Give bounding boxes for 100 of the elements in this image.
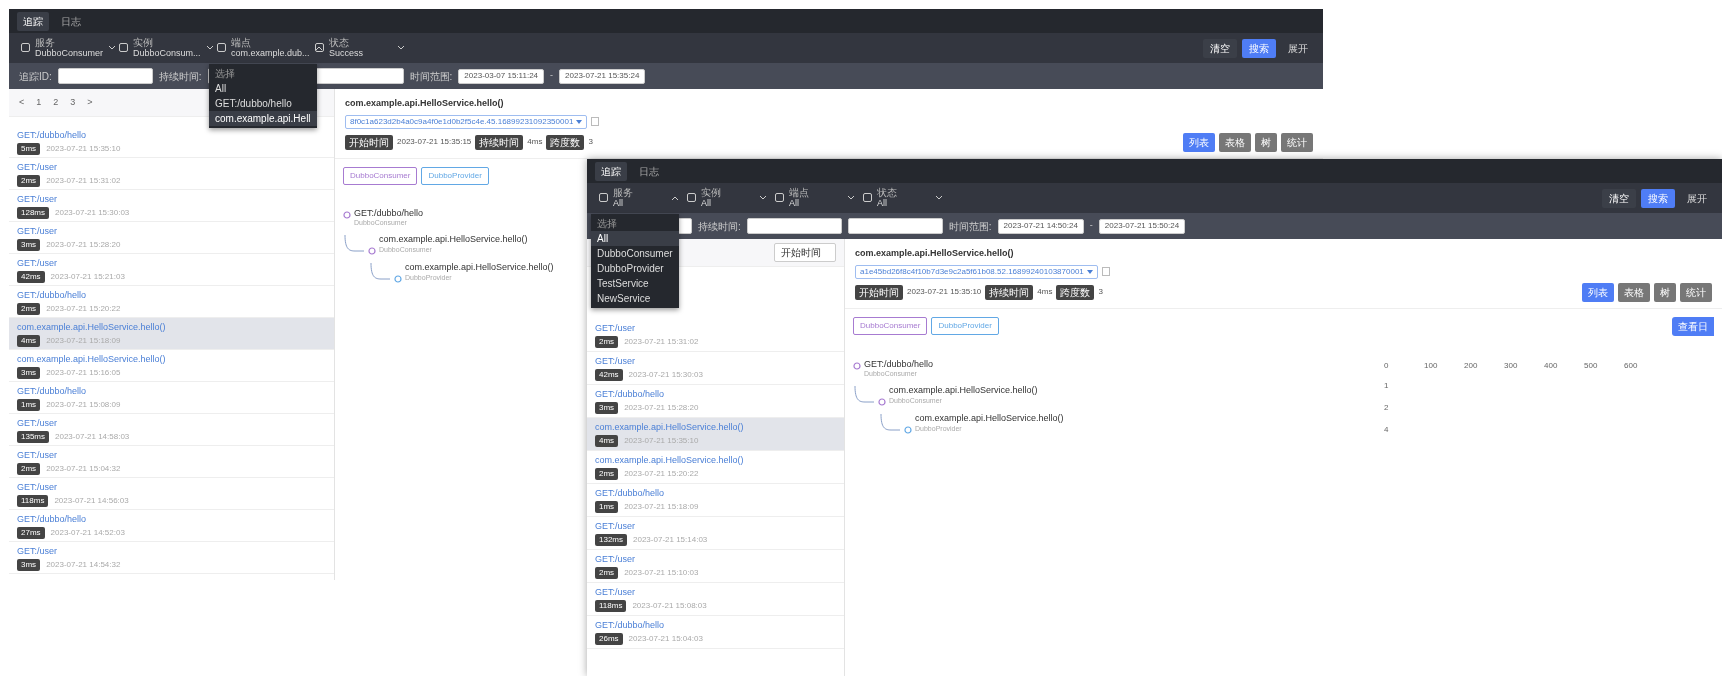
expand-link[interactable]: 展开 bbox=[1281, 38, 1315, 58]
page-button[interactable]: < bbox=[17, 95, 27, 110]
view-button[interactable]: 统计 bbox=[1680, 282, 1712, 302]
dropdown-option[interactable]: NewService bbox=[591, 291, 679, 307]
span-name: GET:/dubbo/hello bbox=[864, 359, 934, 370]
trace-list-item[interactable]: GET:/user 42ms 2023-07-21 15:21:03 bbox=[9, 254, 334, 286]
trace-id-select[interactable]: 8f0c1a623d2b4a0c9a4f0e1d0b2f5c4e.45.16899231092350001 bbox=[345, 114, 588, 129]
dropdown-option[interactable]: DubboConsumer bbox=[591, 246, 679, 262]
meta-value: 2023-07-21 15:35:15 bbox=[397, 136, 472, 148]
duration-badge: 128ms bbox=[17, 206, 49, 219]
meta-value: 3 bbox=[588, 136, 593, 148]
expand-link[interactable]: 展开 bbox=[1680, 188, 1714, 208]
view-button[interactable]: 列表 bbox=[1183, 132, 1215, 152]
meta-label: 开始时间 bbox=[855, 284, 903, 300]
span-value: 1 bbox=[1384, 379, 1390, 392]
filter-dropdown[interactable]: 端点 com.example.dub... bbox=[213, 37, 311, 59]
input-field[interactable] bbox=[847, 218, 943, 234]
trace-list-item[interactable]: GET:/user 128ms 2023-07-21 15:30:03 bbox=[9, 190, 334, 222]
dropdown-option[interactable]: TestService bbox=[591, 276, 679, 292]
nav-tab[interactable]: 追踪 bbox=[17, 11, 49, 31]
dropdown-option[interactable]: 选择 bbox=[591, 216, 679, 232]
view-button[interactable]: 树 bbox=[1654, 282, 1676, 302]
view-button[interactable]: 统计 bbox=[1281, 132, 1313, 152]
page-button[interactable]: 3 bbox=[68, 95, 78, 110]
trace-list-item[interactable]: GET:/user 135ms 2023-07-21 14:58:03 bbox=[9, 414, 334, 446]
nav-tab[interactable]: 日志 bbox=[55, 11, 87, 31]
field-label: 持续时间: bbox=[698, 219, 741, 234]
trace-time: 2023-07-21 15:31:02 bbox=[46, 174, 121, 187]
span-name: com.example.api.HelloService.hello() bbox=[915, 413, 1064, 424]
filter-dropdown[interactable]: 实例 DubboConsum... bbox=[115, 37, 213, 59]
date-field[interactable]: 2023-07-21 14:50:24 bbox=[997, 218, 1084, 234]
filter-dropdown[interactable]: 服务 DubboConsumer bbox=[17, 37, 115, 59]
dropdown-option[interactable]: com.example.api.Hell bbox=[209, 111, 317, 127]
dropdown-option[interactable]: GET:/dubbo/hello bbox=[209, 96, 317, 112]
trace-time: 2023-07-21 14:56:03 bbox=[54, 494, 129, 507]
page-button[interactable]: > bbox=[85, 95, 95, 110]
page-button[interactable]: 1 bbox=[34, 95, 44, 110]
field-label: 时间范围: bbox=[948, 219, 992, 234]
trace-list-item[interactable]: GET:/user 132ms 2023-07-21 15:14:03 bbox=[587, 517, 844, 550]
filter-dropdown[interactable]: 状态 Success bbox=[311, 37, 409, 59]
trace-list-item[interactable]: GET:/dubbo/hello 27ms 2023-07-21 14:52:03 bbox=[9, 510, 334, 542]
axis-tick: 200 bbox=[1464, 359, 1479, 372]
dropdown-option[interactable]: All bbox=[209, 81, 317, 97]
duration-badge: 2ms bbox=[595, 336, 619, 348]
date-field[interactable]: 2023-03-07 15:11:24 bbox=[458, 68, 545, 84]
trace-name: GET:/user bbox=[17, 416, 57, 428]
sort-select[interactable]: 开始时间 bbox=[774, 243, 836, 262]
copy-icon bbox=[1101, 267, 1111, 276]
trace-list-item[interactable]: com.example.api.HelloService.hello() 2ms 2023-07-21 15:20:22 bbox=[587, 451, 844, 484]
trace-list-item[interactable]: GET:/user 3ms 2023-07-21 15:28:20 bbox=[9, 222, 334, 254]
filter-dropdown[interactable]: 端点 All bbox=[771, 187, 859, 209]
trace-list-item[interactable]: GET:/dubbo/hello 1ms 2023-07-21 15:18:09 bbox=[587, 484, 844, 517]
trace-list-item[interactable]: com.example.api.HelloService.hello() 3ms 2023-07-21 15:16:05 bbox=[9, 350, 334, 382]
trace-list-item[interactable]: GET:/user 2ms 2023-07-21 15:31:02 bbox=[9, 158, 334, 190]
trace-list-item[interactable]: GET:/dubbo/hello 26ms 2023-07-21 15:04:03 bbox=[587, 616, 844, 649]
duration-badge: 1ms bbox=[17, 398, 41, 411]
page-button[interactable]: 2 bbox=[51, 95, 61, 110]
dropdown-option[interactable]: All bbox=[591, 231, 679, 247]
trace-name: GET:/dubbo/hello bbox=[17, 288, 87, 300]
trace-list-item[interactable]: GET:/user 118ms 2023-07-21 14:56:03 bbox=[9, 478, 334, 510]
trace-title: com.example.api.HelloService.hello() bbox=[855, 247, 1015, 260]
action-button[interactable]: 清空 bbox=[1203, 38, 1237, 58]
caret-icon bbox=[576, 119, 583, 124]
meta-value: 4ms bbox=[1037, 286, 1053, 298]
trace-list-item[interactable]: GET:/dubbo/hello 5ms 2023-07-21 15:35:10 bbox=[9, 126, 334, 158]
nav-tab[interactable]: 追踪 bbox=[595, 161, 627, 181]
date-field[interactable]: 2023-07-21 15:50:24 bbox=[1098, 218, 1186, 234]
action-button[interactable]: 搜索 bbox=[1641, 188, 1675, 208]
trace-list-item[interactable]: GET:/user 118ms 2023-07-21 15:08:03 bbox=[587, 583, 844, 616]
action-button[interactable]: 清空 bbox=[1602, 188, 1636, 208]
nav-tab[interactable]: 日志 bbox=[633, 161, 665, 181]
input-field[interactable] bbox=[57, 68, 153, 84]
trace-list-item[interactable]: GET:/user 2ms 2023-07-21 15:04:32 bbox=[9, 446, 334, 478]
date-field[interactable]: 2023-07-21 15:35:24 bbox=[559, 68, 646, 84]
square-icon bbox=[687, 193, 696, 203]
view-button[interactable]: 树 bbox=[1255, 132, 1277, 152]
duration-badge: 1ms bbox=[595, 501, 619, 513]
duration-badge: 26ms bbox=[595, 633, 623, 645]
view-button[interactable]: 列表 bbox=[1582, 282, 1614, 302]
filter-dropdown[interactable]: 服务 All bbox=[595, 187, 683, 209]
dropdown-option[interactable]: DubboProvider bbox=[591, 261, 679, 277]
view-button[interactable]: 表格 bbox=[1618, 282, 1650, 302]
log-button[interactable]: 查看日 bbox=[1672, 316, 1714, 336]
trace-list-item[interactable]: GET:/user 2ms 2023-07-21 15:31:02 bbox=[587, 319, 844, 352]
trace-list-item[interactable]: GET:/user 42ms 2023-07-21 15:30:03 bbox=[587, 352, 844, 385]
input-field[interactable] bbox=[746, 218, 842, 234]
trace-time: 2023-07-21 15:28:20 bbox=[46, 238, 121, 251]
trace-name: GET:/user bbox=[17, 224, 57, 236]
trace-name: GET:/user bbox=[17, 256, 57, 268]
trace-list-item[interactable]: GET:/user 3ms 2023-07-21 14:54:32 bbox=[9, 542, 334, 574]
view-button[interactable]: 表格 bbox=[1219, 132, 1251, 152]
trace-list-item[interactable]: GET:/dubbo/hello 1ms 2023-07-21 15:08:09 bbox=[9, 382, 334, 414]
filter-dropdown[interactable]: 状态 All bbox=[859, 187, 947, 209]
duration-badge: 3ms bbox=[595, 402, 619, 414]
duration-badge: 5ms bbox=[17, 142, 41, 155]
action-button[interactable]: 搜索 bbox=[1242, 38, 1276, 58]
filter-dropdown[interactable]: 实例 All bbox=[683, 187, 771, 209]
trace-list-item[interactable]: GET:/user 2ms 2023-07-21 15:10:03 bbox=[587, 550, 844, 583]
dropdown-option[interactable]: 选择 bbox=[209, 66, 317, 82]
trace-id-select[interactable]: a1e45bd26f8c4f10b7d3e9c2a5f61b08.52.16899240103870001 bbox=[855, 264, 1098, 279]
